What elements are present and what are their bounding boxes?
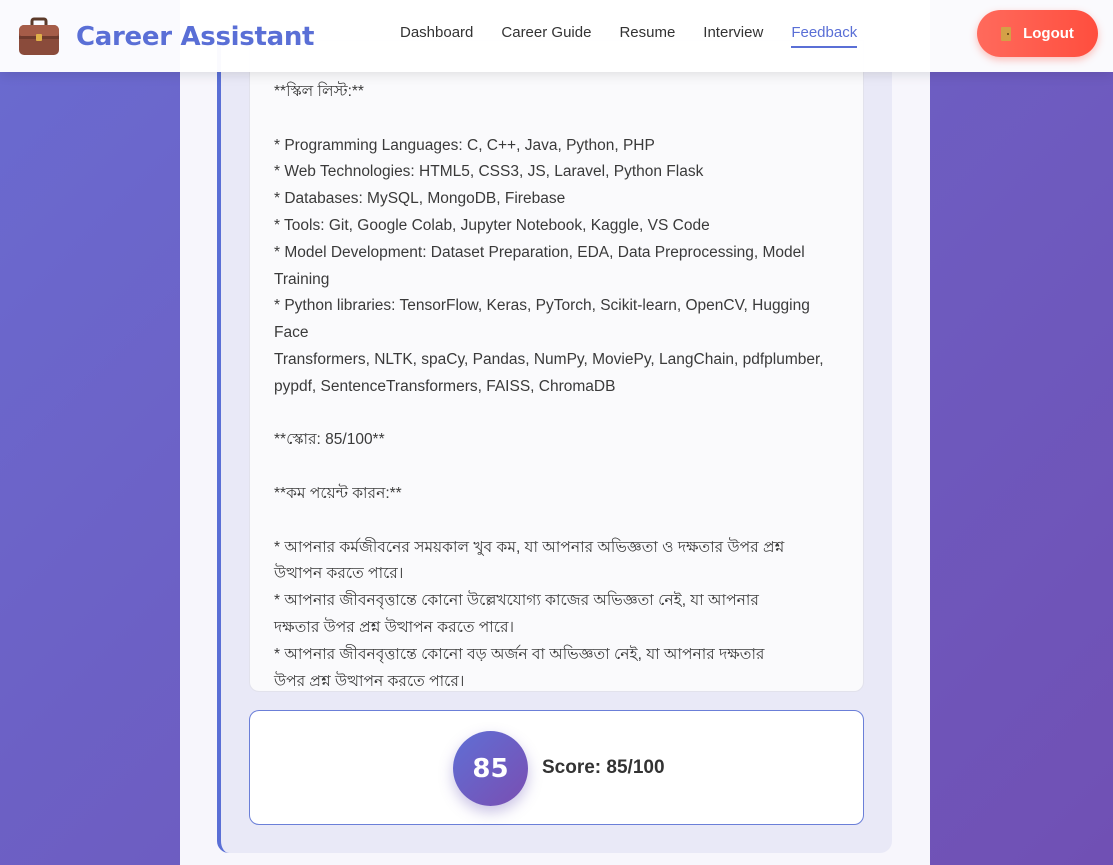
score-circle: 85: [453, 731, 528, 806]
logout-button[interactable]: Logout: [977, 10, 1098, 57]
nav-feedback[interactable]: Feedback: [791, 24, 858, 48]
top-navbar: Career Assistant Dashboard Career Guide …: [0, 0, 1113, 72]
nav-dashboard[interactable]: Dashboard: [400, 24, 473, 48]
nav-career-guide[interactable]: Career Guide: [501, 24, 591, 48]
brand[interactable]: Career Assistant: [18, 17, 314, 57]
score-panel: 85 Score: 85/100: [249, 710, 864, 825]
logout-label: Logout: [1023, 25, 1074, 42]
briefcase-icon: [18, 17, 60, 57]
score-label: Score: 85/100: [542, 757, 665, 778]
feedback-text: **স্কিল লিস্ট:** * Programming Languages…: [249, 40, 864, 692]
door-icon: [1001, 26, 1012, 41]
main-nav: Dashboard Career Guide Resume Interview …: [400, 24, 885, 48]
nav-interview[interactable]: Interview: [703, 24, 763, 48]
nav-resume[interactable]: Resume: [619, 24, 675, 48]
brand-title: Career Assistant: [76, 22, 315, 52]
